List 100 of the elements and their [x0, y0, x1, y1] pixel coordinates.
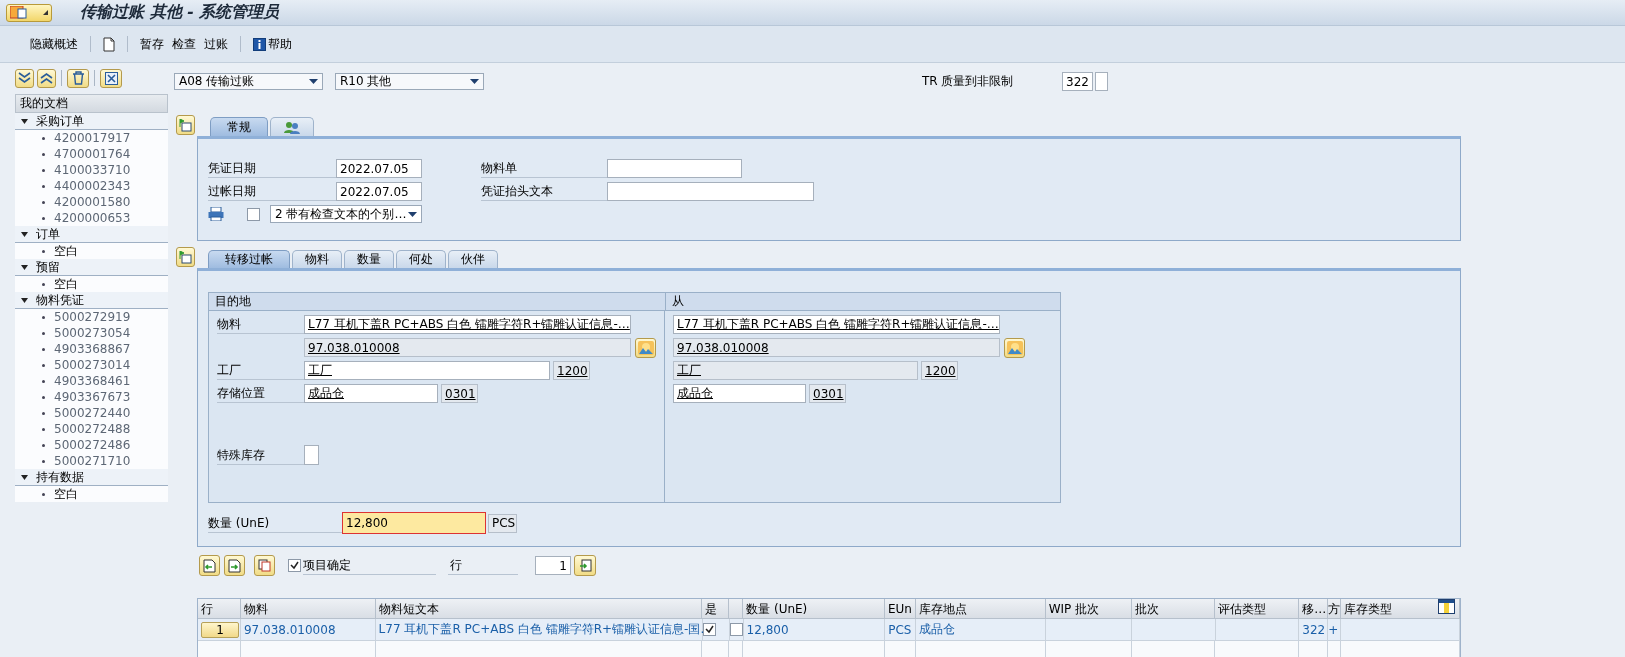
checkbox[interactable] — [288, 559, 301, 572]
help-button[interactable]: 帮助 — [249, 33, 296, 55]
date-field[interactable]: 2022.07.05 — [336, 182, 422, 201]
column-header[interactable]: 方 — [1328, 599, 1342, 619]
storage-location-field[interactable]: 成品仓 — [673, 384, 806, 403]
material-number-field[interactable]: 97.038.010008 — [673, 338, 1000, 357]
document-link[interactable]: 4903368867 — [15, 341, 168, 357]
column-header[interactable]: 是 — [702, 599, 730, 619]
partners-tab[interactable] — [270, 117, 314, 136]
movement-type-text: TR 质量到非限制 — [922, 73, 1015, 90]
tab[interactable]: 常规 — [210, 117, 268, 136]
tree-item[interactable]: 空白 — [15, 486, 168, 502]
quantity-field[interactable]: 12,800 — [342, 512, 486, 534]
tree-header: 我的文档 — [15, 94, 168, 113]
document-link[interactable]: 5000271710 — [15, 453, 168, 469]
column-header[interactable]: 评估类型 — [1215, 599, 1300, 619]
expand-all-button[interactable] — [15, 68, 34, 88]
copy-button[interactable] — [254, 555, 275, 576]
insert-item-button[interactable] — [199, 555, 220, 576]
insert-item-icon — [203, 558, 216, 573]
document-link[interactable]: 5000272488 — [15, 421, 168, 437]
export-item-button[interactable] — [224, 555, 245, 576]
column-header[interactable]: 数量 (UnE) — [743, 599, 885, 619]
material-text-field[interactable]: L77 耳机下盖R PC+ABS 白色 镭雕字符R+镭雕认证信息-… — [304, 315, 631, 334]
tree-folder[interactable]: 物料凭证 — [15, 292, 168, 309]
document-link[interactable]: 4200000653 — [15, 210, 168, 226]
material-text-field[interactable]: L77 耳机下盖R PC+ABS 白色 镭雕字符R+镭雕认证信息-… — [673, 315, 1000, 334]
tree-item[interactable]: 空白 — [15, 243, 168, 259]
document-link[interactable]: 4200001580 — [15, 194, 168, 210]
document-link[interactable]: 5000272486 — [15, 437, 168, 453]
overview-toggle-button[interactable] — [176, 115, 195, 135]
picture-button[interactable] — [1004, 337, 1025, 358]
material-number-field[interactable]: 97.038.010008 — [304, 338, 631, 357]
collapse-all-icon — [40, 72, 53, 84]
column-header[interactable]: 库存类型 — [1341, 599, 1460, 619]
row-button[interactable]: 1 — [201, 621, 239, 638]
picture-button[interactable] — [635, 337, 656, 358]
date-field[interactable]: 2022.07.05 — [336, 159, 422, 178]
special-stock-indicator-field[interactable] — [1095, 72, 1108, 91]
document-link[interactable]: 5000273014 — [15, 357, 168, 373]
document-link[interactable]: 4903368461 — [15, 373, 168, 389]
column-header[interactable]: 移… — [1299, 599, 1329, 619]
toolbar-button[interactable]: 隐藏概述 — [26, 33, 82, 55]
tree-folder[interactable]: 持有数据 — [15, 469, 168, 486]
document-link[interactable]: 4100033710 — [15, 162, 168, 178]
delete-button[interactable] — [67, 68, 89, 88]
document-link[interactable]: 4700001764 — [15, 146, 168, 162]
toolbar-button[interactable]: 检查 — [168, 33, 200, 55]
plant-code-field[interactable]: 1200 — [921, 361, 958, 380]
column-header[interactable]: 物料 — [240, 599, 376, 619]
document-link[interactable]: 5000272440 — [15, 405, 168, 421]
table-cell: PCS — [885, 619, 917, 641]
column-header[interactable]: 库存地点 — [915, 599, 1046, 619]
plant-name-field[interactable]: 工厂 — [304, 361, 550, 380]
tab[interactable]: 转移过帐 — [208, 250, 290, 268]
tree-folder[interactable]: 预留 — [15, 259, 168, 276]
document-link[interactable]: 4400002343 — [15, 178, 168, 194]
collapse-all-button[interactable] — [37, 68, 56, 88]
column-header[interactable]: 行 — [198, 599, 241, 619]
plant-name-field[interactable]: 工厂 — [673, 361, 918, 380]
action-dropdown[interactable]: A08 传输过账 — [174, 73, 323, 90]
row-field[interactable]: 1 — [535, 556, 571, 575]
plant-code-field[interactable]: 1200 — [553, 361, 590, 380]
special-stock-field[interactable] — [304, 445, 319, 465]
toolbar-button[interactable]: 暂存 — [136, 33, 168, 55]
overview-toggle-button[interactable] — [176, 247, 195, 267]
tree-folder[interactable]: 订单 — [15, 226, 168, 243]
document-link[interactable]: 5000273054 — [15, 325, 168, 341]
movement-type-field[interactable]: 322 — [1062, 72, 1093, 91]
print-version-dropdown[interactable]: 2 带有检查文本的个别… — [270, 205, 422, 223]
column-header[interactable]: EUn — [884, 599, 916, 619]
tree-item[interactable]: 空白 — [15, 276, 168, 292]
tab[interactable]: 数量 — [344, 250, 394, 268]
close-icon — [104, 71, 118, 85]
table-settings-icon[interactable] — [1438, 599, 1455, 614]
tab[interactable]: 伙伴 — [448, 250, 498, 268]
column-header[interactable]: 物料短文本 — [375, 599, 703, 619]
storage-location-field[interactable]: 成品仓 — [304, 384, 438, 403]
close-button[interactable] — [100, 68, 122, 88]
document-link[interactable]: 4903367673 — [15, 389, 168, 405]
document-link[interactable]: 5000272919 — [15, 309, 168, 325]
document-link[interactable]: 4200017917 — [15, 130, 168, 146]
tab[interactable]: 何处 — [396, 250, 446, 268]
tab[interactable]: 物料 — [292, 250, 342, 268]
header-text-field[interactable] — [607, 182, 814, 201]
command-field-button[interactable] — [6, 3, 52, 22]
toolbar-button[interactable]: 过账 — [200, 33, 232, 55]
column-header[interactable]: 批次 — [1131, 599, 1216, 619]
go-to-row-button[interactable] — [574, 555, 596, 576]
reference-dropdown[interactable]: R10 其他 — [335, 73, 484, 90]
new-document-icon[interactable] — [103, 36, 115, 52]
column-header[interactable]: WIP 批次 — [1045, 599, 1132, 619]
checkbox[interactable] — [247, 207, 260, 221]
tree-folder[interactable]: 采购订单 — [15, 113, 168, 130]
storage-code-field[interactable]: 0301 — [809, 384, 846, 403]
group-header: 目的地 — [209, 293, 666, 310]
material-slip-field[interactable] — [607, 159, 742, 178]
storage-code-field[interactable]: 0301 — [441, 384, 478, 403]
unit-field[interactable]: PCS — [488, 513, 517, 533]
go-to-row-icon — [578, 559, 592, 572]
